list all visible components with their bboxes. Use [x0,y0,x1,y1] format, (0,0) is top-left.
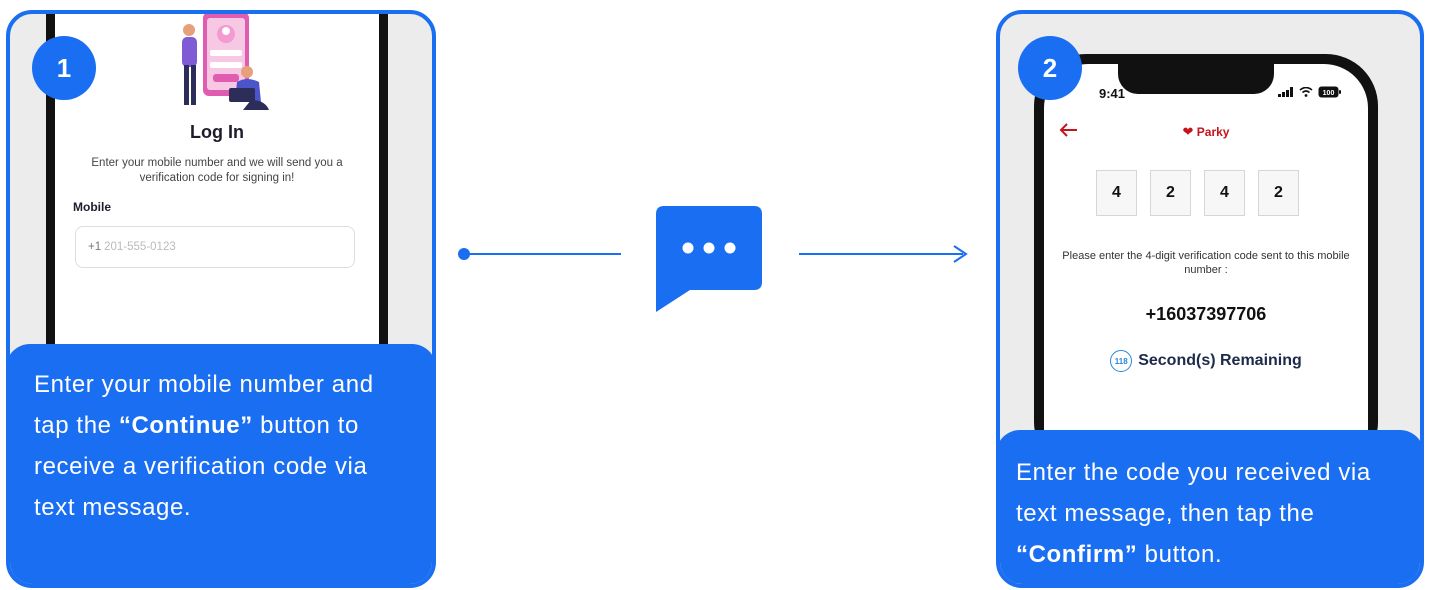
wifi-icon [1299,87,1313,97]
step-2-card: 9:41 100 ❤ Parky 4 2 4 2 Please enter th… [996,10,1424,588]
step-number-badge: 2 [1018,36,1082,100]
brand-name: Parky [1196,125,1230,139]
mobile-input[interactable]: +1 201-555-0123 [75,226,355,268]
country-code: +1 [88,241,102,253]
otp-digit-3[interactable]: 4 [1204,170,1245,216]
mobile-placeholder: 201-555-0123 [104,241,176,253]
login-illustration-icon [182,14,269,110]
otp-digit-2[interactable]: 2 [1150,170,1191,216]
countdown-timer: 118 Second(s) Remaining [1044,350,1368,372]
phone-mockup-verify: 9:41 100 ❤ Parky 4 2 4 2 Please enter th… [1034,54,1378,474]
chat-bubble-icon [656,206,762,312]
heart-icon: ❤ [1182,124,1194,139]
battery-icon: 100 [1318,86,1341,98]
brand-logo: ❤ Parky [1044,124,1368,140]
step-number-badge: 1 [32,36,96,100]
caption-emphasis: “Continue” [118,412,253,439]
signal-icon [1278,87,1293,97]
status-icons: 100 [1278,86,1342,98]
countdown-badge: 118 [1110,350,1133,372]
otp-digit-4[interactable]: 2 [1258,170,1299,216]
phone-notch [1118,64,1274,94]
connector-line-left [464,253,621,255]
verify-phone-number: +16037397706 [1145,304,1267,324]
login-screen: Log In Enter your mobile number and we w… [55,14,379,364]
caption-emphasis: “Confirm” [1016,541,1138,568]
phone-mockup-login: Log In Enter your mobile number and we w… [46,14,388,364]
login-title: Log In [190,122,244,142]
mobile-label: Mobile [73,200,111,214]
caption-text: Enter the code you received via text mes… [1016,459,1371,527]
login-description: Enter your mobile number and we will sen… [91,157,343,184]
arrow-right-icon [953,245,968,263]
connector-line-right [799,253,963,255]
countdown-label: Second(s) Remaining [1138,352,1302,369]
step-caption: Enter the code you received via text mes… [1000,430,1420,584]
step-caption: Enter your mobile number and tap the “Co… [10,344,432,584]
otp-code-row: 4 2 4 2 [1096,170,1299,216]
otp-digit-1[interactable]: 4 [1096,170,1137,216]
battery-level: 100 [1323,90,1335,97]
status-time: 9:41 [1099,86,1126,101]
otp-description: Please enter the 4-digit verification co… [1062,250,1350,276]
verify-screen: 9:41 100 ❤ Parky 4 2 4 2 Please enter th… [1044,64,1368,474]
caption-text-end: button. [1137,541,1223,568]
step-1-card: Log In Enter your mobile number and we w… [6,10,436,588]
